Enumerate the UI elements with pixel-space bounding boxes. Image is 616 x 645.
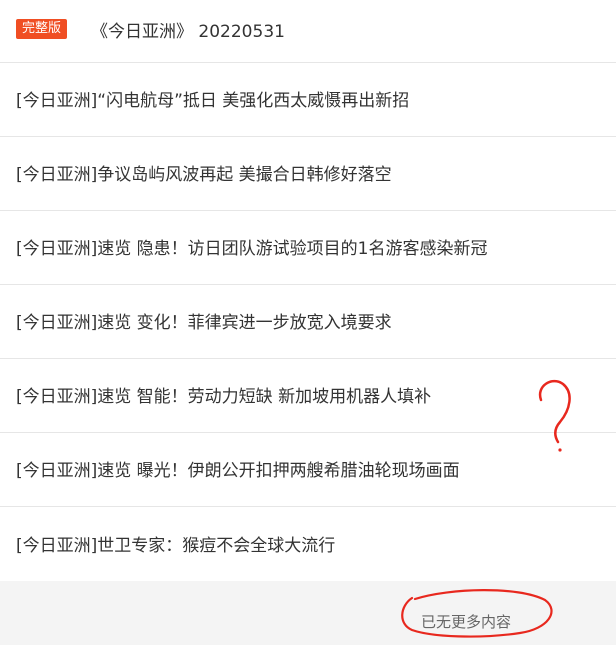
list-item[interactable]: [今日亚洲]速览 智能！劳动力短缺 新加坡用机器人填补 xyxy=(0,359,616,433)
list-footer: 已无更多内容 xyxy=(0,581,616,645)
list-item-title[interactable]: [今日亚洲]争议岛屿风波再起 美撮合日韩修好落空 xyxy=(16,160,392,185)
list-item[interactable]: [今日亚洲]“闪电航母”抵日 美强化西太威慑再出新招 xyxy=(0,63,616,137)
no-more-content-label: 已无更多内容 xyxy=(421,613,512,631)
list-item-title[interactable]: [今日亚洲]“闪电航母”抵日 美强化西太威慑再出新招 xyxy=(16,86,409,111)
list-item[interactable]: [今日亚洲]争议岛屿风波再起 美撮合日韩修好落空 xyxy=(0,137,616,211)
list-item[interactable]: [今日亚洲]速览 隐患！访日团队游试验项目的1名游客感染新冠 xyxy=(0,211,616,285)
list-item[interactable]: [今日亚洲]世卫专家：猴痘不会全球大流行 xyxy=(0,507,616,581)
header[interactable]: 完整版 《今日亚洲》 20220531 xyxy=(0,0,616,63)
list-item[interactable]: [今日亚洲]速览 曝光！伊朗公开扣押两艘希腊油轮现场画面 xyxy=(0,433,616,507)
list-item-title[interactable]: [今日亚洲]速览 变化！菲律宾进一步放宽入境要求 xyxy=(16,308,392,333)
page: 完整版 《今日亚洲》 20220531 [今日亚洲]“闪电航母”抵日 美强化西太… xyxy=(0,0,616,645)
full-version-badge: 完整版 xyxy=(16,19,68,39)
program-title[interactable]: 《今日亚洲》 20220531 xyxy=(91,17,285,42)
list-item-title[interactable]: [今日亚洲]速览 智能！劳动力短缺 新加坡用机器人填补 xyxy=(16,382,431,407)
list-item-title[interactable]: [今日亚洲]世卫专家：猴痘不会全球大流行 xyxy=(16,531,335,556)
list-item[interactable]: [今日亚洲]速览 变化！菲律宾进一步放宽入境要求 xyxy=(0,285,616,359)
list-item-title[interactable]: [今日亚洲]速览 隐患！访日团队游试验项目的1名游客感染新冠 xyxy=(16,234,487,259)
list-item-title[interactable]: [今日亚洲]速览 曝光！伊朗公开扣押两艘希腊油轮现场画面 xyxy=(16,456,460,481)
news-list: [今日亚洲]“闪电航母”抵日 美强化西太威慑再出新招 [今日亚洲]争议岛屿风波再… xyxy=(0,63,616,581)
